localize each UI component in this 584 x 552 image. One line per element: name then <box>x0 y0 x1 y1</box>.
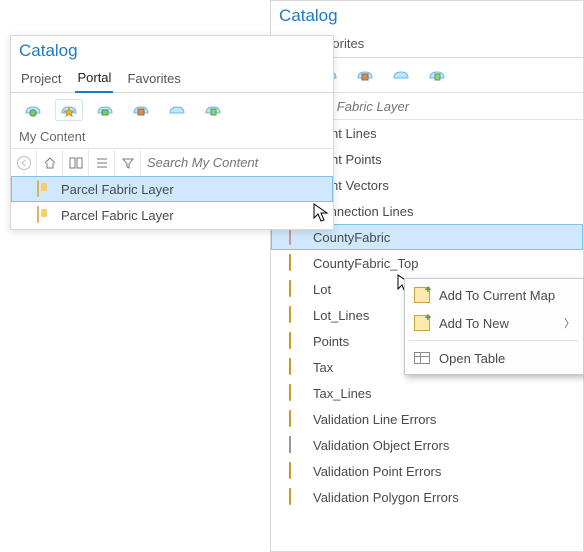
menu-item-label: Add To New <box>439 316 556 331</box>
layer-icon <box>289 332 291 349</box>
list-item-label: ment Lines <box>313 126 577 141</box>
cloud-plain-icon[interactable] <box>387 64 415 86</box>
layer-icon <box>289 384 291 401</box>
tab-portal[interactable]: Portal <box>75 65 113 93</box>
content-list: Parcel Fabric Layer Parcel Fabric Layer <box>11 176 333 228</box>
menu-open-table[interactable]: Open Table <box>405 344 583 372</box>
catalog-panel-front: Catalog Project Portal Favorites My Cont… <box>10 35 334 230</box>
chevron-right-icon: 〉 <box>564 315 575 331</box>
list-item-label: Tax_Lines <box>313 386 577 401</box>
layer-icon <box>289 488 291 505</box>
list-item-selected[interactable]: Parcel Fabric Layer <box>11 176 333 202</box>
table-icon <box>414 352 430 364</box>
cloud-doc-icon[interactable] <box>423 64 451 86</box>
filter-button[interactable] <box>115 150 141 176</box>
tab-bar: Project Portal Favorites <box>11 61 333 93</box>
list-item[interactable]: Validation Point Errors <box>271 458 583 484</box>
search-toolbar <box>11 148 333 176</box>
cloud-plain-icon[interactable] <box>163 99 191 121</box>
layer-icon <box>289 358 291 375</box>
layer-icon <box>289 462 291 479</box>
tab-project[interactable]: Project <box>19 66 63 92</box>
menu-add-to-new[interactable]: Add To New 〉 <box>405 309 583 337</box>
list-item-label: ment Points <box>313 152 577 167</box>
cloud-doc-icon[interactable] <box>199 99 227 121</box>
layer-icon <box>289 280 291 297</box>
cloud-group-icon[interactable] <box>91 99 119 121</box>
cloud-building-icon[interactable] <box>351 64 379 86</box>
panel-title: Catalog <box>11 36 333 61</box>
list-item[interactable]: Validation Line Errors <box>271 406 583 432</box>
tab-favorites[interactable]: Favorites <box>125 66 182 92</box>
menu-item-label: Add To Current Map <box>439 288 575 303</box>
menu-add-to-current-map[interactable]: Add To Current Map <box>405 281 583 309</box>
list-item-label: Validation Polygon Errors <box>313 490 577 505</box>
menu-item-label: Open Table <box>439 351 575 366</box>
search-input[interactable] <box>141 151 333 175</box>
list-item-label: CountyFabric_Top <box>313 256 577 271</box>
cloud-person-icon[interactable] <box>19 99 47 121</box>
layer-icon <box>289 306 291 323</box>
list-item-label: CountyFabric <box>313 230 576 245</box>
parcel-fabric-icon <box>37 180 39 197</box>
detail-view-button[interactable] <box>63 150 89 176</box>
fabric-icon <box>289 228 291 245</box>
home-button[interactable] <box>37 150 63 176</box>
list-item[interactable]: Validation Polygon Errors <box>271 484 583 510</box>
list-item[interactable]: Validation Object Errors <box>271 432 583 458</box>
table-icon <box>289 436 291 453</box>
list-item-label: ment Vectors <box>313 178 577 193</box>
context-menu: Add To Current Map Add To New 〉 Open Tab… <box>404 278 584 375</box>
list-item-label: Connection Lines <box>313 204 577 219</box>
back-button[interactable] <box>11 150 37 176</box>
cloud-building-icon[interactable] <box>127 99 155 121</box>
list-view-button[interactable] <box>89 150 115 176</box>
panel-title: Catalog <box>271 1 583 26</box>
list-item[interactable]: Tax_Lines <box>271 380 583 406</box>
add-icon <box>414 287 430 303</box>
parcel-fabric-icon <box>37 206 39 223</box>
list-item-label: Validation Object Errors <box>313 438 577 453</box>
list-item[interactable]: Parcel Fabric Layer <box>11 202 333 228</box>
list-item-label: Parcel Fabric Layer <box>61 208 327 223</box>
cloud-star-icon[interactable] <box>55 99 83 121</box>
portal-filter-icons <box>11 93 333 127</box>
list-item-label: Parcel Fabric Layer <box>61 182 326 197</box>
list-item-label: Validation Line Errors <box>313 412 577 427</box>
layer-icon <box>289 254 291 271</box>
list-item-label: Validation Point Errors <box>313 464 577 479</box>
layer-icon <box>289 410 291 427</box>
section-label: My Content <box>11 127 333 148</box>
menu-separator <box>409 340 579 341</box>
add-icon <box>414 315 430 331</box>
list-item[interactable]: CountyFabric_Top <box>271 250 583 276</box>
